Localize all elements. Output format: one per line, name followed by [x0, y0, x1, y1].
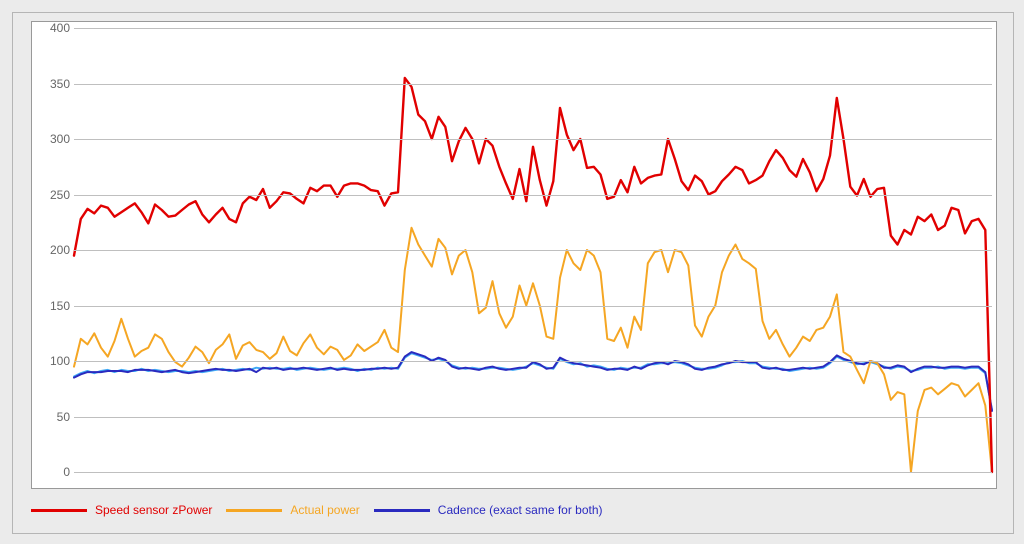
gridline — [74, 28, 992, 29]
y-tick-label: 0 — [36, 465, 70, 479]
legend-item-cadence: Cadence (exact same for both) — [374, 503, 603, 517]
plot-area: 050100150200250300350400 — [74, 28, 992, 472]
series-line — [74, 78, 992, 472]
legend-label: Speed sensor zPower — [95, 503, 212, 517]
gridline — [74, 84, 992, 85]
gridline — [74, 139, 992, 140]
y-tick-label: 350 — [36, 77, 70, 91]
plot-frame: 0 50 100 150 200 250 300 350 400 — [31, 21, 997, 489]
gridline — [74, 250, 992, 251]
y-tick-label: 150 — [36, 299, 70, 313]
gridline — [74, 306, 992, 307]
chart-panel: 0 50 100 150 200 250 300 350 400 Speed sensor zP… — [12, 12, 1014, 534]
series-line — [74, 228, 992, 472]
y-tick-label: 100 — [36, 354, 70, 368]
gridline — [74, 361, 992, 362]
legend-swatch-icon — [31, 509, 87, 512]
y-tick-label: 250 — [36, 188, 70, 202]
legend-item-actual: Actual power — [226, 503, 359, 517]
gridline — [74, 417, 992, 418]
legend-label: Actual power — [290, 503, 359, 517]
y-tick-label: 200 — [36, 243, 70, 257]
legend-label: Cadence (exact same for both) — [438, 503, 603, 517]
legend-swatch-icon — [226, 509, 282, 512]
gridline — [74, 195, 992, 196]
gridline — [74, 472, 992, 473]
y-tick-label: 300 — [36, 132, 70, 146]
y-tick-label: 400 — [36, 21, 70, 35]
y-tick-label: 50 — [36, 410, 70, 424]
legend: Speed sensor zPower Actual power Cadence… — [31, 495, 603, 525]
legend-swatch-icon — [374, 509, 430, 512]
legend-item-speed: Speed sensor zPower — [31, 503, 212, 517]
